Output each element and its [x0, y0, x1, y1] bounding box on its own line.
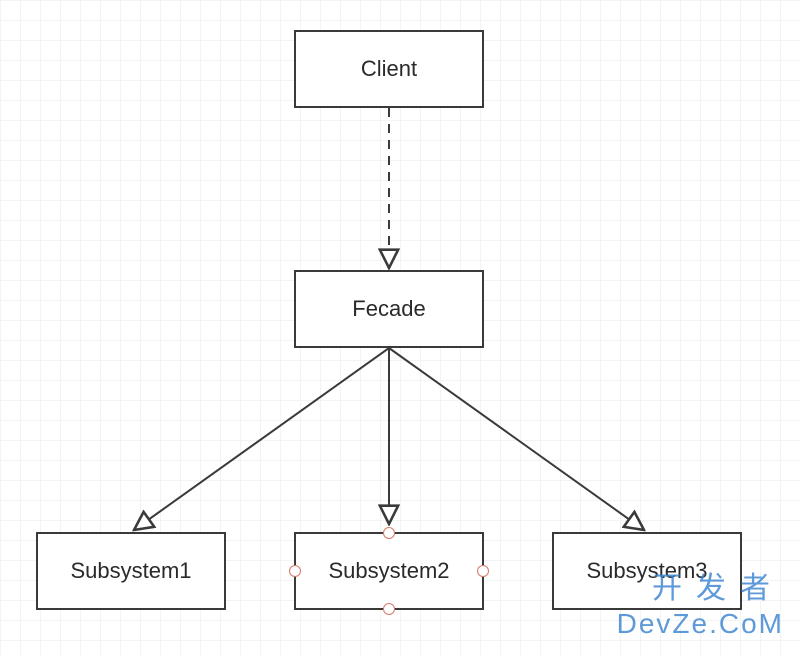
node-label: Fecade: [352, 296, 425, 322]
node-facade[interactable]: Fecade: [294, 270, 484, 348]
node-label: Subsystem3: [586, 558, 707, 584]
node-label: Subsystem2: [328, 558, 449, 584]
connection-port-top[interactable]: [383, 527, 395, 539]
node-subsystem3[interactable]: Subsystem3: [552, 532, 742, 610]
node-label: Subsystem1: [70, 558, 191, 584]
diagram-canvas[interactable]: Client Fecade Subsystem1 Subsystem2 Subs…: [0, 0, 800, 655]
connection-port-right[interactable]: [477, 565, 489, 577]
node-label: Client: [361, 56, 417, 82]
node-subsystem1[interactable]: Subsystem1: [36, 532, 226, 610]
node-client[interactable]: Client: [294, 30, 484, 108]
connection-port-left[interactable]: [289, 565, 301, 577]
edge-facade-subsystem3: [389, 348, 644, 530]
node-subsystem2[interactable]: Subsystem2: [294, 532, 484, 610]
connection-port-bottom[interactable]: [383, 603, 395, 615]
edge-facade-subsystem1: [134, 348, 389, 530]
